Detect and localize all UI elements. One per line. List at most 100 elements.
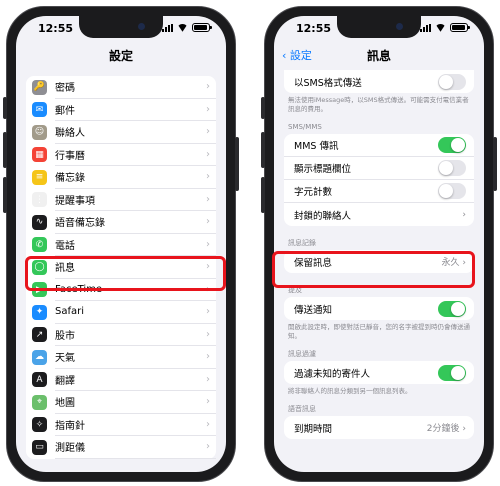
settings-row-label: 天氣 bbox=[55, 346, 216, 369]
volume-down-button bbox=[261, 177, 265, 213]
filter-header: 訊息過濾 bbox=[288, 350, 316, 358]
settings-row-label: 指南針 bbox=[55, 414, 216, 436]
settings-row-12[interactable]: ☁ 天氣 › bbox=[26, 346, 216, 369]
settings-row-label: 地圖 bbox=[55, 391, 216, 414]
nav-bar: ‹ 設定 訊息 bbox=[274, 42, 484, 70]
settings-row-label: 股市 bbox=[55, 324, 216, 346]
audio-header: 語音訊息 bbox=[288, 405, 316, 413]
page-title: 設定 bbox=[108, 49, 133, 63]
page-title: 訊息 bbox=[366, 49, 391, 63]
expire-label: 到期時間 bbox=[294, 423, 333, 435]
mute-switch bbox=[3, 97, 7, 119]
mms-row-label: 封鎖的聯絡人 bbox=[294, 210, 352, 222]
settings-row-label: 聯絡人 bbox=[55, 121, 216, 144]
status-time: 12:55 bbox=[38, 22, 74, 35]
filter-unknown-label: 過濾未知的寄件人 bbox=[294, 368, 371, 380]
chevron-right-icon: › bbox=[206, 373, 210, 385]
settings-row-1[interactable]: ✉ 郵件 › bbox=[26, 99, 216, 121]
back-button[interactable]: ‹ 設定 bbox=[282, 42, 312, 70]
settings-row-6[interactable]: ∿ 語音備忘錄 › bbox=[26, 211, 216, 234]
safari-icon: ✦ bbox=[32, 304, 47, 320]
filter-unknown-toggle[interactable] bbox=[438, 364, 466, 381]
weather-icon: ☁ bbox=[32, 349, 47, 365]
wifi-icon bbox=[435, 24, 446, 32]
voice-memos-icon: ∿ bbox=[32, 214, 47, 230]
left-screen: 12:55 設定 🔑 密碼 › ✉ 郵件 › ☺ 聯絡人 › ▦ 行事曆 › ≡ 備忘錄 › ⋮ 提醒事項 › ∿ 語… bbox=[16, 16, 226, 472]
notify-me-row[interactable]: 傳送通知 bbox=[284, 297, 474, 320]
settings-row-label: 電話 bbox=[55, 234, 216, 256]
chevron-right-icon: › bbox=[206, 396, 210, 407]
settings-row-13[interactable]: A 翻譯 › bbox=[26, 369, 216, 391]
compass-icon: ✧ bbox=[32, 417, 47, 433]
chevron-right-icon: › bbox=[206, 328, 210, 340]
mms-row-3[interactable]: 封鎖的聯絡人 › bbox=[284, 203, 474, 226]
settings-row-0[interactable]: 🔑 密碼 › bbox=[26, 76, 216, 99]
mms-row-toggle[interactable] bbox=[438, 183, 466, 199]
settings-row-14[interactable]: ⌖ 地圖 › bbox=[26, 391, 216, 414]
mms-row-label: 顯示標題欄位 bbox=[294, 164, 352, 175]
keep-messages-highlight-box bbox=[272, 251, 475, 288]
power-button bbox=[235, 137, 239, 191]
measure-icon: ▭ bbox=[32, 439, 47, 455]
right-screen: 12:55 ‹ 設定 訊息 以SMS格式傳送 無法使用iMessage時，以SM… bbox=[274, 16, 484, 472]
chevron-right-icon: › bbox=[206, 126, 210, 137]
mms-row-toggle[interactable] bbox=[438, 137, 466, 153]
settings-row-7[interactable]: ✆ 電話 › bbox=[26, 234, 216, 256]
settings-row-2[interactable]: ☺ 聯絡人 › bbox=[26, 121, 216, 144]
settings-row-label: 備忘錄 bbox=[55, 166, 216, 189]
settings-row-5[interactable]: ⋮ 提醒事項 › bbox=[26, 189, 216, 211]
filter-unknown-row[interactable]: 過濾未知的寄件人 bbox=[284, 361, 474, 384]
chevron-right-icon: › bbox=[206, 238, 210, 250]
send-as-sms-row[interactable]: 以SMS格式傳送 bbox=[284, 70, 474, 93]
expire-row[interactable]: 到期時間 2分鐘後 › bbox=[284, 416, 474, 439]
settings-row-10[interactable]: ✦ Safari › bbox=[26, 301, 216, 324]
settings-row-label: 行事曆 bbox=[55, 144, 216, 166]
settings-row-4[interactable]: ≡ 備忘錄 › bbox=[26, 166, 216, 189]
mms-row-toggle[interactable] bbox=[438, 160, 466, 176]
signal-icon bbox=[162, 23, 173, 32]
nav-bar: 設定 bbox=[16, 42, 226, 70]
settings-row-label: Safari bbox=[55, 301, 216, 324]
settings-row-16[interactable]: ▭ 測距儀 › bbox=[26, 436, 216, 459]
settings-row-15[interactable]: ✧ 指南針 › bbox=[26, 414, 216, 436]
chevron-right-icon: › bbox=[206, 148, 210, 160]
chevron-right-icon: › bbox=[206, 216, 210, 227]
notch bbox=[337, 16, 421, 38]
messages-highlight-box bbox=[25, 256, 226, 291]
settings-row-3[interactable]: ▦ 行事曆 › bbox=[26, 144, 216, 166]
notify-me-label: 傳送通知 bbox=[294, 304, 333, 316]
chevron-right-icon: › bbox=[206, 81, 210, 92]
volume-down-button bbox=[3, 177, 7, 213]
mms-row-0[interactable]: MMS 傳訊 bbox=[284, 134, 474, 157]
volume-up-button bbox=[3, 132, 7, 168]
wifi-icon bbox=[177, 24, 188, 32]
audio-group: 到期時間 2分鐘後 › bbox=[284, 416, 474, 439]
power-button bbox=[493, 137, 497, 191]
settings-row-label: 密碼 bbox=[55, 76, 216, 99]
settings-row-label: 測距儀 bbox=[55, 436, 216, 459]
mms-row-2[interactable]: 字元計數 bbox=[284, 180, 474, 203]
chevron-right-icon: › bbox=[206, 193, 210, 205]
back-label: 設定 bbox=[289, 49, 312, 62]
mail-icon: ✉ bbox=[32, 102, 47, 118]
mms-row-1[interactable]: 顯示標題欄位 bbox=[284, 157, 474, 180]
chevron-right-icon: › bbox=[206, 418, 210, 430]
settings-row-label: 翻譯 bbox=[55, 369, 216, 391]
filter-note: 將非聯絡人的訊息分類到另一個訊息列表。 bbox=[288, 387, 412, 395]
battery-icon bbox=[450, 23, 470, 32]
calendar-icon: ▦ bbox=[32, 147, 47, 163]
mentions-group: 傳送通知 bbox=[284, 297, 474, 320]
history-header: 訊息記錄 bbox=[288, 239, 316, 247]
chevron-right-icon: › bbox=[462, 209, 466, 220]
sms-note: 無法使用iMessage時，以SMS格式傳送。可能需支付電信業者訊息的費用。 bbox=[288, 96, 469, 113]
filter-group: 過濾未知的寄件人 bbox=[284, 361, 474, 384]
maps-icon: ⌖ bbox=[32, 394, 47, 410]
camera-icon bbox=[396, 23, 403, 30]
send-as-sms-toggle[interactable] bbox=[438, 73, 466, 90]
notify-me-toggle[interactable] bbox=[438, 300, 466, 317]
mms-row-label: 字元計數 bbox=[294, 187, 333, 198]
right-phone-frame: 12:55 ‹ 設定 訊息 以SMS格式傳送 無法使用iMessage時，以SM… bbox=[261, 6, 497, 482]
phone-icon: ✆ bbox=[32, 237, 47, 253]
settings-row-11[interactable]: ↗ 股市 › bbox=[26, 324, 216, 346]
contacts-icon: ☺ bbox=[32, 124, 47, 140]
